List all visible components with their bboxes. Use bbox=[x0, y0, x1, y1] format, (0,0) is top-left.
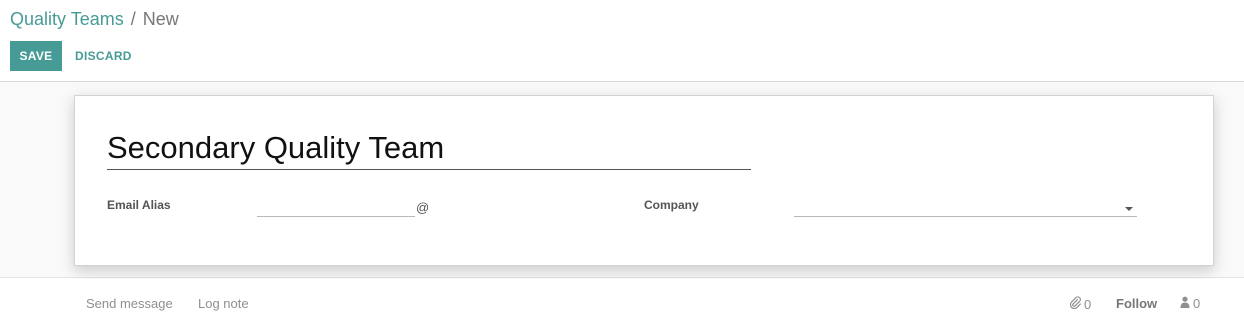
chatter: Send message Log note 0 Follow 0 bbox=[0, 279, 1244, 336]
alias-at-sign: @ bbox=[416, 200, 430, 215]
company-label: Company bbox=[644, 198, 699, 212]
control-panel: Quality Teams / New SAVE DISCARD bbox=[0, 0, 1244, 82]
email-alias-input[interactable] bbox=[257, 199, 415, 217]
paperclip-icon bbox=[1069, 296, 1081, 312]
log-note-button[interactable]: Log note bbox=[198, 296, 249, 311]
breadcrumb-current: New bbox=[142, 9, 179, 29]
breadcrumb-separator: / bbox=[130, 9, 136, 29]
send-message-button[interactable]: Send message bbox=[86, 296, 173, 311]
user-icon bbox=[1180, 296, 1190, 311]
company-select[interactable] bbox=[794, 199, 1137, 217]
attachments-button[interactable]: 0 bbox=[1069, 296, 1092, 312]
form-view: Email Alias @ Company bbox=[0, 82, 1244, 278]
breadcrumb-quality-teams-link[interactable]: Quality Teams bbox=[10, 9, 124, 30]
breadcrumb: Quality Teams / New bbox=[10, 9, 179, 30]
chevron-down-icon bbox=[1125, 207, 1133, 211]
follow-button[interactable]: Follow bbox=[1116, 296, 1157, 311]
followers-button[interactable]: 0 bbox=[1180, 296, 1200, 311]
attachment-count: 0 bbox=[1084, 296, 1092, 312]
form-sheet: Email Alias @ Company bbox=[74, 95, 1214, 266]
follower-count: 0 bbox=[1193, 296, 1201, 311]
discard-button[interactable]: DISCARD bbox=[66, 41, 141, 71]
team-name-input[interactable] bbox=[107, 126, 751, 170]
email-alias-label: Email Alias bbox=[107, 198, 171, 212]
save-button[interactable]: SAVE bbox=[10, 41, 62, 71]
